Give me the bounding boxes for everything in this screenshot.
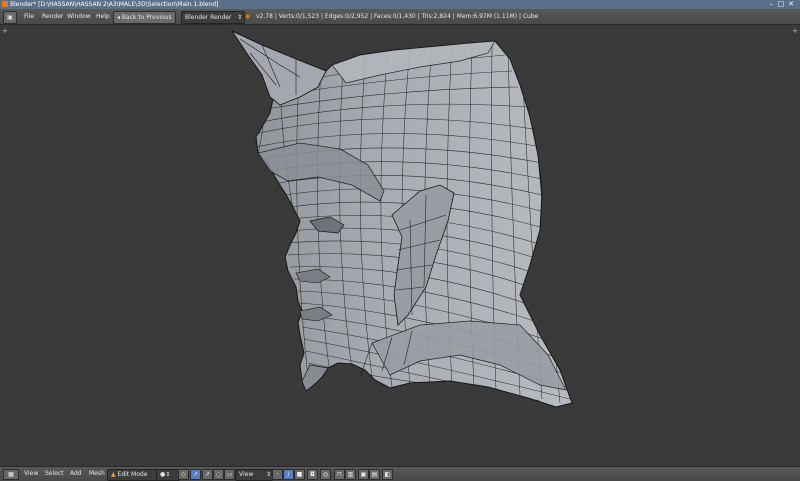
transform-orientation-dropdown[interactable]: View ⇕ <box>235 469 273 481</box>
snap-element-icon[interactable]: ▥ <box>345 469 356 480</box>
orientation-label: View <box>239 471 254 478</box>
menu-window[interactable]: Window <box>67 11 91 22</box>
window-titlebar: Blender* [D:\HASSAN\HASSAN 2\A3\MALE\3D\… <box>0 0 800 9</box>
render-icon[interactable]: ▣ <box>358 469 369 480</box>
info-header: ▣ File Render Window Help ◂ Back to Prev… <box>0 9 800 25</box>
3d-view-header: ▦ View Select Add Mesh ▲ Edit Mode ●⇕ ◇ … <box>0 466 800 481</box>
window-title: Blender* [D:\HASSAN\HASSAN 2\A3\MALE\3D\… <box>10 1 219 8</box>
opengl-render-icon[interactable]: ◧ <box>382 469 393 480</box>
blender-logo-icon: ◉ <box>245 13 251 20</box>
window-buttons: – □ ✕ <box>766 0 796 9</box>
dropdown-arrows-icon: ⇕ <box>265 471 271 478</box>
vertex-select-icon[interactable]: · <box>272 469 283 480</box>
mesh-model[interactable] <box>0 25 800 465</box>
snap-icon[interactable]: ⊓ <box>334 469 345 480</box>
proportional-edit-icon[interactable]: ◎ <box>320 469 331 480</box>
menu-mesh[interactable]: Mesh <box>89 469 105 479</box>
close-button[interactable]: ✕ <box>786 0 796 9</box>
mode-label: Edit Mode <box>117 471 148 478</box>
blender-app-icon <box>2 1 8 7</box>
viewport-shading-dropdown[interactable]: ●⇕ <box>156 469 180 481</box>
mode-dropdown[interactable]: ▲ Edit Mode <box>107 469 159 481</box>
translate-icon[interactable]: ↗ <box>202 469 213 480</box>
menu-help[interactable]: Help <box>96 11 110 22</box>
back-to-previous-label: Back to Previous <box>121 14 172 21</box>
solid-sphere-icon: ●⇕ <box>160 471 171 478</box>
menu-select[interactable]: Select <box>45 469 64 479</box>
edge-select-icon[interactable]: / <box>283 469 294 480</box>
editor-type-icon[interactable]: ▣ <box>3 11 17 24</box>
back-to-previous-button[interactable]: ◂ Back to Previous <box>113 11 176 24</box>
menu-render[interactable]: Render <box>42 11 63 22</box>
scene-stats: v2.78 | Verts:0/1,523 | Edges:0/2,952 | … <box>256 13 539 20</box>
face-select-icon[interactable]: ■ <box>294 469 305 480</box>
3d-viewport[interactable]: + + <box>0 25 800 465</box>
3d-view-icon[interactable]: ▦ <box>3 469 19 480</box>
scale-icon[interactable]: ▭ <box>224 469 235 480</box>
menu-view[interactable]: View <box>24 469 38 479</box>
pivot-point-icon[interactable]: ◇ <box>178 469 189 480</box>
limit-to-visible-icon[interactable]: ◘ <box>307 469 318 480</box>
menu-add[interactable]: Add <box>70 469 82 479</box>
render-animation-icon[interactable]: ▤ <box>369 469 380 480</box>
menu-file[interactable]: File <box>24 11 34 22</box>
render-engine-label: Blender Render <box>185 14 232 21</box>
render-engine-dropdown[interactable]: Blender Render ⇕ <box>181 11 245 24</box>
dropdown-arrows-icon: ⇕ <box>236 14 242 21</box>
minimize-button[interactable]: – <box>766 0 776 9</box>
manipulator-toggle-icon[interactable]: ↗ <box>190 469 201 480</box>
rotate-icon[interactable]: ◌ <box>213 469 224 480</box>
maximize-button[interactable]: □ <box>776 0 786 9</box>
